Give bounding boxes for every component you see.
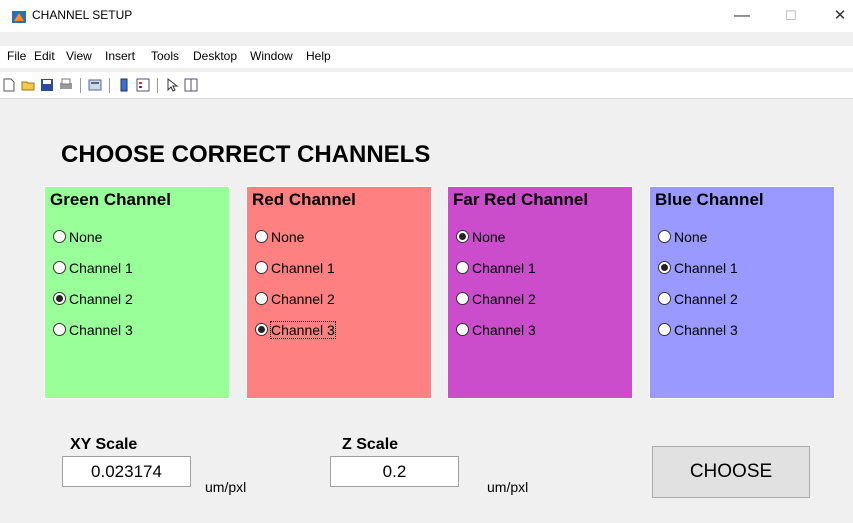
radio-indicator — [53, 261, 66, 274]
menu-tools[interactable]: Tools — [151, 49, 179, 63]
radio-label: None — [472, 229, 506, 245]
open-folder-icon[interactable] — [21, 78, 35, 92]
matlab-logo-icon — [12, 11, 26, 23]
xy-scale-label: XY Scale — [70, 436, 138, 453]
radio-label: None — [69, 229, 103, 245]
panel-title: Red Channel — [250, 190, 358, 210]
toolbar-separator — [109, 78, 110, 93]
radio-indicator — [255, 292, 268, 305]
green-channel-panel: Green Channel None Channel 1 Channel 2 C… — [44, 186, 230, 399]
radio-indicator — [255, 230, 268, 243]
print-preview-icon[interactable] — [88, 78, 102, 92]
radio-label: Channel 3 — [69, 322, 133, 338]
red-radio-channel-1[interactable]: Channel 1 — [255, 260, 335, 278]
menu-window[interactable]: Window — [250, 49, 293, 63]
radio-label: None — [271, 229, 305, 245]
radio-indicator — [456, 230, 469, 243]
far-red-radio-channel-3[interactable]: Channel 3 — [456, 322, 536, 340]
maximize-button[interactable]: ☐ — [771, 2, 811, 30]
radio-label: Channel 3 — [674, 322, 738, 338]
panel-title: Green Channel — [48, 190, 173, 210]
menu-file[interactable]: File — [7, 49, 26, 63]
pointer-icon[interactable] — [165, 78, 179, 92]
panel-title: Far Red Channel — [451, 190, 591, 210]
green-radio-channel-1[interactable]: Channel 1 — [53, 260, 133, 278]
radio-indicator — [658, 261, 671, 274]
toolbar-separator — [157, 78, 158, 93]
radio-indicator — [53, 292, 66, 305]
radio-indicator — [456, 323, 469, 336]
colorbar-icon[interactable] — [117, 78, 131, 92]
far-red-channel-panel: Far Red Channel None Channel 1 Channel 2… — [447, 186, 633, 399]
red-radio-channel-2[interactable]: Channel 2 — [255, 291, 335, 309]
green-radio-channel-2[interactable]: Channel 2 — [53, 291, 133, 309]
radio-label: Channel 2 — [472, 291, 536, 307]
radio-label: Channel 3 — [270, 321, 336, 339]
radio-indicator — [53, 323, 66, 336]
xy-scale-input[interactable]: 0.023174 — [62, 456, 191, 487]
green-radio-none[interactable]: None — [53, 229, 102, 247]
red-channel-panel: Red Channel None Channel 1 Channel 2 Cha… — [246, 186, 432, 399]
window-title: CHANNEL SETUP — [32, 8, 133, 22]
menu-view[interactable]: View — [66, 49, 92, 63]
red-radio-none[interactable]: None — [255, 229, 304, 247]
menu-edit[interactable]: Edit — [34, 49, 55, 63]
radio-indicator — [53, 230, 66, 243]
blue-radio-none[interactable]: None — [658, 229, 707, 247]
green-radio-channel-3[interactable]: Channel 3 — [53, 322, 133, 340]
page-heading: CHOOSE CORRECT CHANNELS — [61, 141, 431, 168]
blue-channel-panel: Blue Channel None Channel 1 Channel 2 Ch… — [649, 186, 835, 399]
radio-indicator — [658, 292, 671, 305]
menu-help[interactable]: Help — [306, 49, 331, 63]
radio-label: Channel 1 — [674, 260, 738, 276]
blue-radio-channel-1[interactable]: Channel 1 — [658, 260, 738, 278]
toolbar — [0, 72, 853, 99]
menu-insert[interactable]: Insert — [105, 49, 135, 63]
radio-indicator — [658, 323, 671, 336]
z-scale-label: Z Scale — [342, 436, 399, 453]
radio-indicator — [255, 261, 268, 274]
radio-label: Channel 2 — [69, 291, 133, 307]
close-button[interactable]: ✕ — [820, 2, 853, 30]
z-scale-unit: um/pxl — [487, 479, 529, 495]
z-scale-input[interactable]: 0.2 — [330, 456, 459, 487]
menu-bar: File Edit View Insert Tools Desktop Wind… — [0, 46, 853, 68]
radio-indicator — [456, 292, 469, 305]
radio-indicator — [255, 323, 268, 336]
title-bar: CHANNEL SETUP — ☐ ✕ — [0, 0, 853, 32]
radio-label: Channel 2 — [271, 291, 335, 307]
legend-icon[interactable] — [136, 78, 150, 92]
radio-indicator — [456, 261, 469, 274]
radio-label: None — [674, 229, 708, 245]
blue-radio-channel-2[interactable]: Channel 2 — [658, 291, 738, 309]
menu-desktop[interactable]: Desktop — [193, 49, 237, 63]
far-red-radio-none[interactable]: None — [456, 229, 505, 247]
print-icon[interactable] — [59, 78, 73, 92]
panel-title: Blue Channel — [653, 190, 766, 210]
minimize-button[interactable]: — — [722, 2, 762, 30]
red-radio-channel-3[interactable]: Channel 3 — [255, 321, 336, 340]
blue-radio-channel-3[interactable]: Channel 3 — [658, 322, 738, 340]
far-red-radio-channel-2[interactable]: Channel 2 — [456, 291, 536, 309]
property-inspector-icon[interactable] — [184, 78, 198, 92]
radio-label: Channel 1 — [472, 260, 536, 276]
new-file-icon[interactable] — [2, 78, 16, 92]
toolbar-separator — [80, 78, 81, 93]
radio-label: Channel 3 — [472, 322, 536, 338]
xy-scale-unit: um/pxl — [205, 479, 247, 495]
radio-indicator — [658, 230, 671, 243]
far-red-radio-channel-1[interactable]: Channel 1 — [456, 260, 536, 278]
radio-label: Channel 1 — [69, 260, 133, 276]
radio-label: Channel 1 — [271, 260, 335, 276]
save-icon[interactable] — [40, 78, 54, 92]
choose-button[interactable]: CHOOSE — [652, 446, 810, 498]
radio-label: Channel 2 — [674, 291, 738, 307]
